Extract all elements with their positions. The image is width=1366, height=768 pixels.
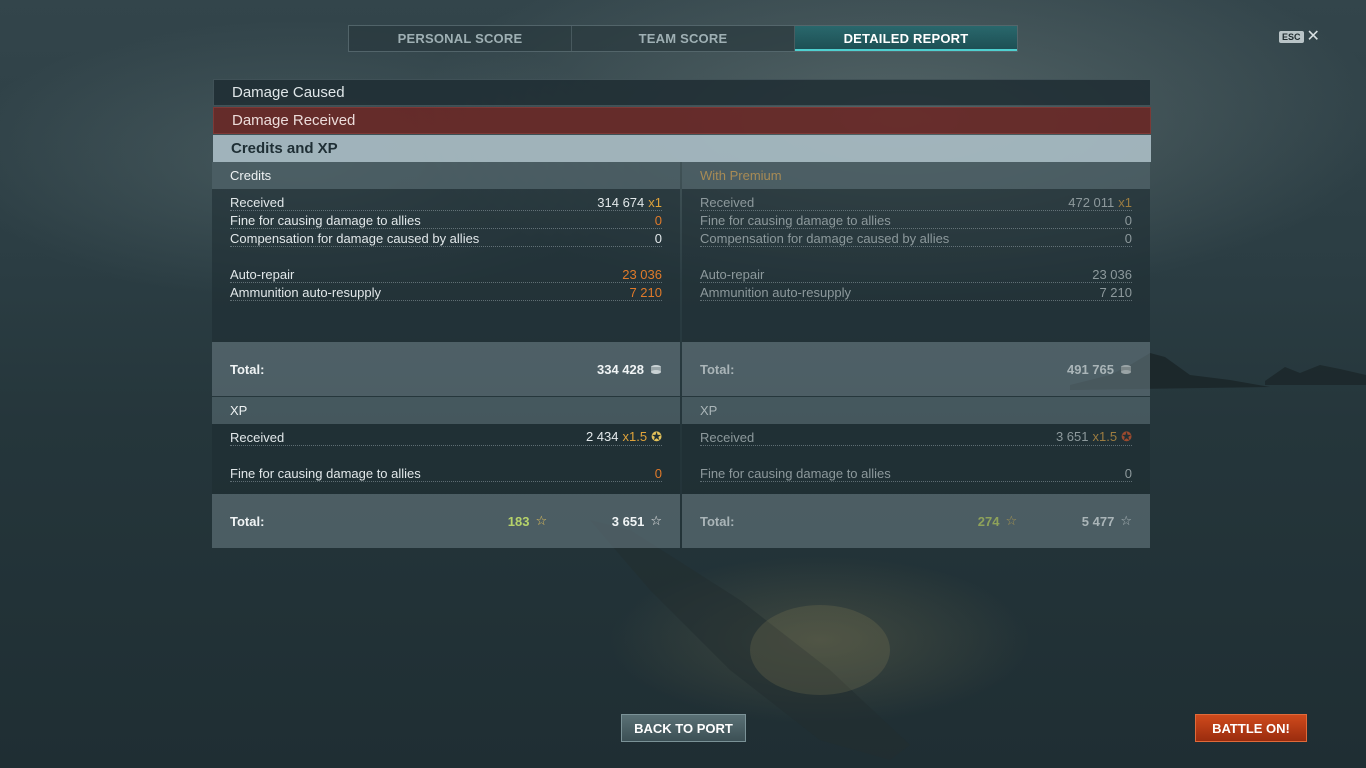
credits-compensation-row: Compensation for damage caused by allies… [230,229,662,247]
premium-xp-received-row: Received 3 651 x1.5 ✪ [700,428,1132,446]
total-value: 334 428 [597,361,644,377]
premium-fine-row: Fine for causing damage to allies 0 [700,211,1132,229]
total-label: Total: [230,513,265,529]
multiplier: x1 [1118,195,1132,210]
xp-premium-panel: XP Received 3 651 x1.5 ✪ Fine for causing … [682,397,1150,548]
section-credits-xp-label: Credits and XP [231,140,338,157]
xp-received-row: Received 2 434 x1.5 ✪ [230,428,662,446]
tab-personal-score[interactable]: PERSONAL SCORE [349,26,572,51]
credits-premium-header: With Premium [682,162,1150,189]
row-label: Auto-repair [700,267,765,282]
row-label: Compensation for damage caused by allies [700,231,950,246]
report-tabs: PERSONAL SCORE TEAM SCORE DETAILED REPOR… [348,25,1018,52]
row-label: Received [230,195,285,210]
row-label: Fine for causing damage to allies [700,213,891,228]
total-label: Total: [700,513,735,529]
row-value: 2 434 [585,429,619,444]
free-xp-star-icon: ☆ [1005,513,1018,528]
xp-star-icon: ☆ [650,513,662,528]
credits-icon [650,363,662,375]
xp-bonus-icon: ✪ [651,429,662,444]
row-label: Ammunition auto-resupply [700,285,852,300]
row-value: 3 651 [1055,429,1089,444]
row-value: 7 210 [629,285,662,300]
total-label: Total: [700,361,735,377]
premium-compensation-row: Compensation for damage caused by allies… [700,229,1132,247]
row-label: Fine for causing damage to allies [700,466,891,481]
row-value: 472 011 [1068,195,1115,210]
credits-autorepair-row: Auto-repair 23 036 [230,265,662,283]
credits-fine-row: Fine for causing damage to allies 0 [230,211,662,229]
tab-team-score[interactable]: TEAM SCORE [572,26,795,51]
premium-received-row: Received 472 011 x1 [700,193,1132,211]
credits-panel: Credits Received 314 674 x1 Fine for caus… [212,162,680,396]
row-value: 0 [654,213,662,228]
section-damage-received[interactable]: Damage Received [213,107,1151,134]
row-value: 0 [654,466,662,481]
multiplier: x1.5 [1092,429,1118,444]
row-value: 0 [654,231,662,246]
row-value: 23 036 [622,267,662,282]
multiplier: x1.5 [622,429,648,444]
total-value: 491 765 [1067,361,1114,377]
free-xp-value: 274 [977,513,1000,529]
xp-header: XP [212,397,680,424]
premium-autorepair-row: Auto-repair 23 036 [700,265,1132,283]
xp-panel: XP Received 2 434 x1.5 ✪ Fine for causing … [212,397,680,548]
esc-close-button[interactable]: ESC ✕ [1279,29,1320,45]
total-xp-value: 3 651 [611,513,645,529]
row-label: Compensation for damage caused by allies [230,231,480,246]
row-value: 0 [1124,231,1132,246]
section-damage-caused-label: Damage Caused [232,84,345,101]
row-value: 314 674 [597,195,645,210]
esc-key-label: ESC [1279,31,1304,43]
credits-premium-panel: With Premium Received 472 011 x1 Fine for… [682,162,1150,396]
credits-received-row: Received 314 674 x1 [230,193,662,211]
xp-fine-row: Fine for causing damage to allies 0 [230,464,662,482]
total-xp-value: 5 477 [1081,513,1115,529]
row-value: 0 [1124,213,1132,228]
row-value: 7 210 [1099,285,1132,300]
row-label: Auto-repair [230,267,295,282]
credits-premium-total: Total: 491 765 [682,342,1150,396]
premium-ammo-row: Ammunition auto-resupply 7 210 [700,283,1132,301]
xp-premium-header: XP [682,397,1150,424]
row-label: Fine for causing damage to allies [230,466,421,481]
tab-detailed-report[interactable]: DETAILED REPORT [795,26,1017,51]
xp-total: Total: 183 ☆ 3 651 ☆ [212,494,680,548]
credits-header: Credits [212,162,680,189]
row-label: Ammunition auto-resupply [230,285,382,300]
multiplier: x1 [648,195,662,210]
back-to-port-button[interactable]: BACK TO PORT [621,714,746,742]
row-value: 0 [1124,466,1132,481]
free-xp-value: 183 [507,513,530,529]
premium-xp-fine-row: Fine for causing damage to allies 0 [700,464,1132,482]
credits-ammo-row: Ammunition auto-resupply 7 210 [230,283,662,301]
row-label: Fine for causing damage to allies [230,213,421,228]
section-damage-received-label: Damage Received [232,112,356,129]
row-label: Received [700,195,755,210]
total-label: Total: [230,361,265,377]
close-icon[interactable]: ✕ [1307,29,1320,45]
battle-on-button[interactable]: BATTLE ON! [1195,714,1307,742]
xp-premium-total: Total: 274 ☆ 5 477 ☆ [682,494,1150,548]
section-damage-caused[interactable]: Damage Caused [213,79,1151,106]
xp-bonus-icon: ✪ [1121,429,1132,444]
free-xp-star-icon: ☆ [535,513,548,528]
xp-star-icon: ☆ [1120,513,1132,528]
credits-total: Total: 334 428 [212,342,680,396]
row-value: 23 036 [1092,267,1132,282]
row-label: Received [700,430,755,445]
section-credits-xp[interactable]: Credits and XP [213,135,1151,162]
credits-icon [1120,363,1132,375]
row-label: Received [230,430,285,445]
